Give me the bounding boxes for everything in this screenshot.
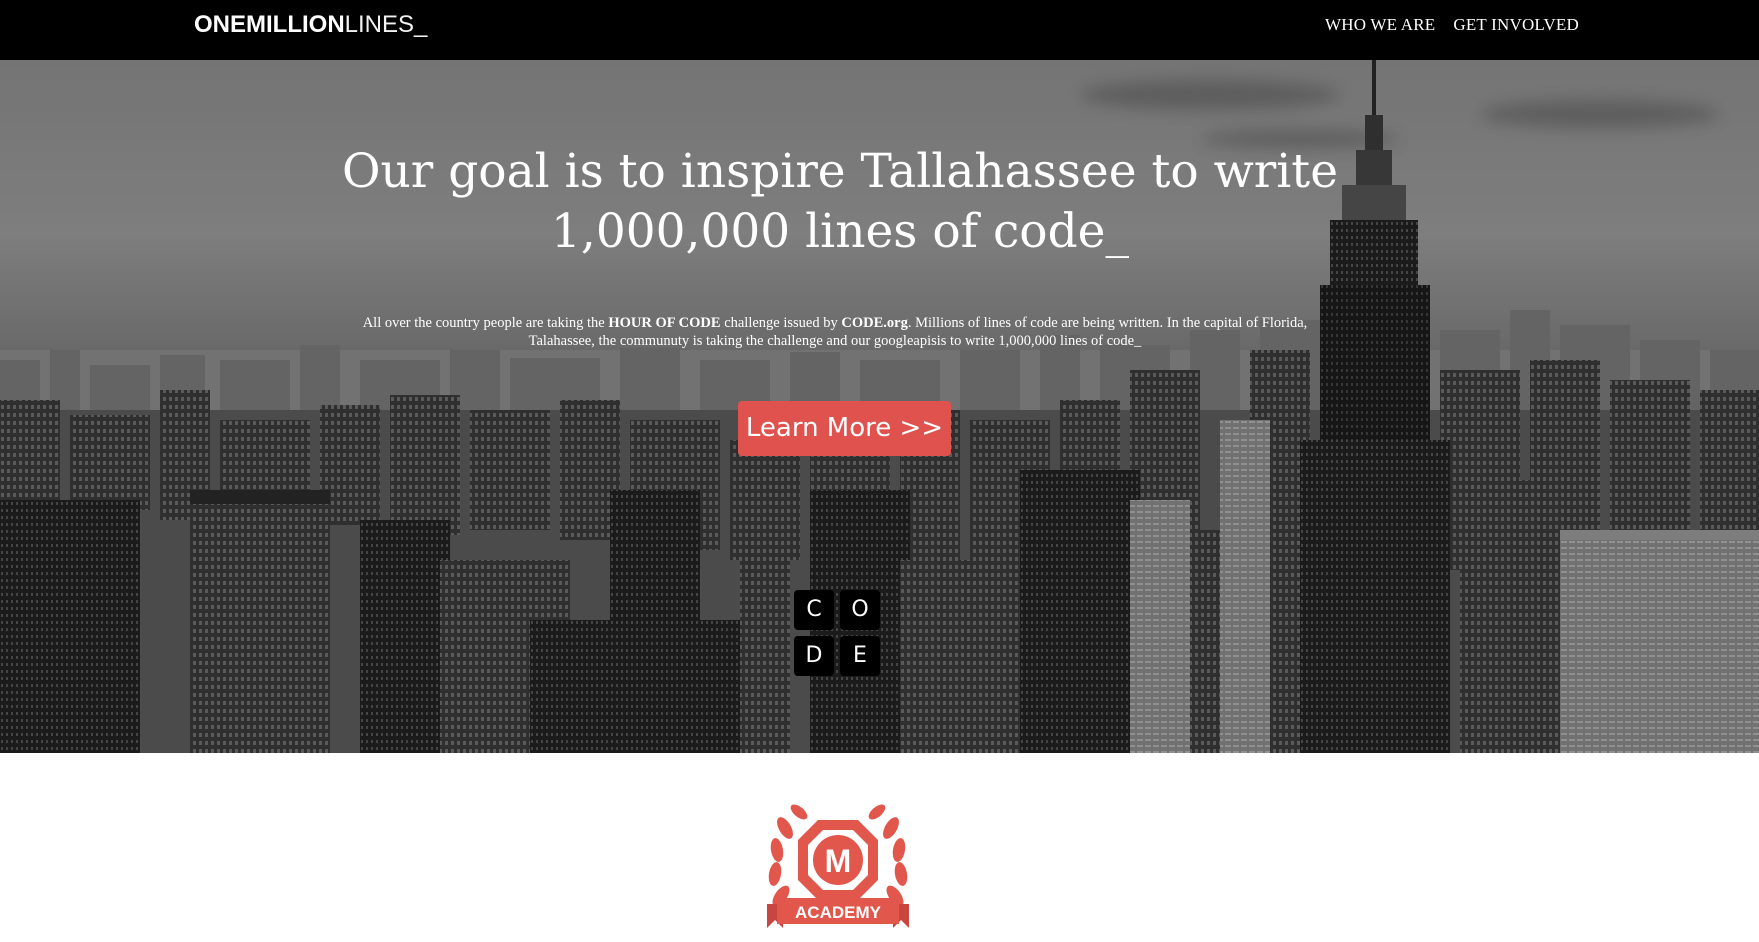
academy-letter: M [825, 843, 852, 879]
code-org-text: CODE.org [841, 315, 908, 331]
top-navbar: ONEMILLIONLINES_ WHO WE ARE GET INVOLVED [0, 0, 1759, 61]
laurel-badge-icon: M ACADEMY [767, 804, 909, 928]
intro-text-2: challenge issued by [720, 315, 842, 331]
hour-of-code-text: HOUR OF CODE [608, 315, 721, 331]
code-tile-d: D [794, 636, 834, 676]
hero-headline: Our goal is to inspire Tallahassee to wr… [280, 142, 1400, 262]
code-tile-c: C [794, 590, 834, 630]
brand-bold-text: ONEMILLION [194, 11, 345, 38]
code-tile-o: O [840, 590, 880, 630]
nav-link-who-we-are[interactable]: WHO WE ARE [1325, 15, 1435, 35]
nav-link-get-involved[interactable]: GET INVOLVED [1453, 15, 1579, 35]
brand-logo[interactable]: ONEMILLIONLINES_ [194, 11, 427, 39]
brand-light-text: LINES_ [344, 11, 428, 38]
hero-section: Our goal is to inspire Tallahassee to wr… [0, 60, 1759, 753]
headline-line-1: Our goal is to inspire Tallahassee to wr… [341, 144, 1339, 199]
code-tile-e: E [840, 636, 880, 676]
nav-links: WHO WE ARE GET INVOLVED [1325, 15, 1579, 35]
learn-more-button[interactable]: Learn More >> [738, 401, 951, 456]
intro-text-1: All over the country people are taking t… [362, 315, 609, 331]
academy-label: ACADEMY [795, 903, 882, 922]
hero-intro: All over the country people are taking t… [330, 314, 1340, 350]
headline-line-2: 1,000,000 lines of code_ [551, 204, 1129, 259]
m-academy-logo: M ACADEMY [763, 788, 913, 942]
code-org-logo[interactable]: C O D E [794, 590, 884, 680]
